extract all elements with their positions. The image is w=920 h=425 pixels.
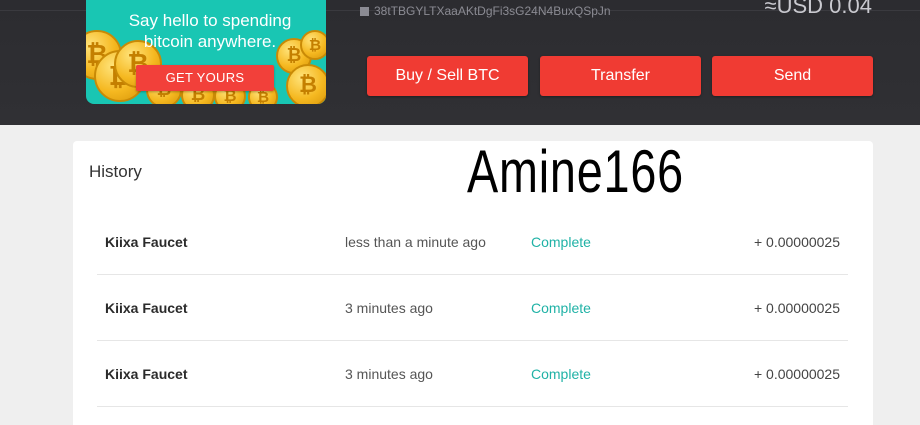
buy-sell-btc-button[interactable]: Buy / Sell BTC [367,56,528,96]
history-card: History Amine166 Kiixa Faucet less than … [73,141,873,425]
watermark-text: Amine166 [467,138,684,205]
promo-headline: Say hello to spending bitcoin anywhere. [128,11,292,51]
transaction-time: 3 minutes ago [345,300,433,316]
transaction-time: less than a minute ago [345,234,486,250]
transaction-time: 3 minutes ago [345,366,433,382]
transaction-status: Complete [531,366,591,382]
qr-code-icon [360,7,369,16]
wallet-header: ₿ ₿ ₿ ₿ ₿ ₿ ₿ ₿ ₿ ₿ Say hello to spendin… [0,0,920,125]
send-button[interactable]: Send [712,56,873,96]
transaction-status: Complete [531,300,591,316]
transaction-amount: + 0.00000025 [753,234,840,250]
wallet-address[interactable]: 38tTBGYLTXaaAKtDgFi3sG24N4BuxQSpJn [360,4,611,18]
history-row[interactable]: Kiixa Faucet 3 minutes ago Complete + 0.… [97,275,848,341]
transaction-source: Kiixa Faucet [105,300,188,316]
wallet-address-text: 38tTBGYLTXaaAKtDgFi3sG24N4BuxQSpJn [374,4,611,18]
transaction-source: Kiixa Faucet [105,234,188,250]
get-yours-button[interactable]: GET YOURS [136,65,274,91]
bitcoin-coin-icon: ₿ [286,64,326,104]
transfer-button[interactable]: Transfer [540,56,701,96]
promo-banner[interactable]: ₿ ₿ ₿ ₿ ₿ ₿ ₿ ₿ ₿ ₿ Say hello to spendin… [86,0,326,104]
transaction-amount: + 0.00000025 [753,300,840,316]
history-row[interactable]: Kiixa Faucet less than a minute ago Comp… [97,209,848,275]
transaction-status: Complete [531,234,591,250]
transaction-source: Kiixa Faucet [105,366,188,382]
history-title: History [89,162,142,181]
wallet-balance: ≈USD 0.04 [764,0,872,18]
history-row[interactable]: Kiixa Faucet 3 minutes ago Complete + 0.… [97,341,848,407]
transaction-amount: + 0.00000025 [753,366,840,382]
